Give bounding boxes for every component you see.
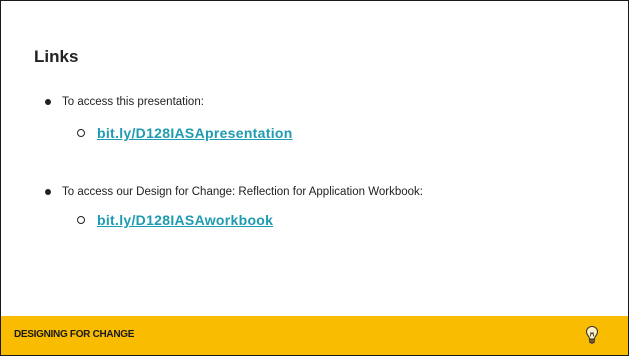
- bullet-item: To access this presentation:: [45, 96, 204, 108]
- slide: Links To access this presentation: bit.l…: [0, 0, 629, 356]
- bullet-dot-icon: [45, 99, 51, 105]
- hollow-circle-icon: [77, 216, 85, 224]
- bullet-dot-icon: [45, 189, 51, 195]
- sub-bullet-item: bit.ly/D128IASAworkbook: [77, 212, 273, 228]
- slide-title: Links: [34, 47, 79, 66]
- sub-bullet-item: bit.ly/D128IASApresentation: [77, 125, 293, 141]
- bullet-item: To access our Design for Change: Reflect…: [45, 186, 423, 198]
- footer-label: DESIGNING FOR CHANGE: [14, 329, 135, 340]
- lightbulb-icon: [585, 325, 599, 344]
- bullet-text: To access this presentation:: [62, 96, 204, 108]
- footer-bar: DESIGNING FOR CHANGE: [1, 316, 628, 355]
- presentation-link[interactable]: bit.ly/D128IASApresentation: [97, 125, 293, 141]
- bullet-text: To access our Design for Change: Reflect…: [62, 186, 423, 198]
- hollow-circle-icon: [77, 129, 85, 137]
- workbook-link[interactable]: bit.ly/D128IASAworkbook: [97, 212, 273, 228]
